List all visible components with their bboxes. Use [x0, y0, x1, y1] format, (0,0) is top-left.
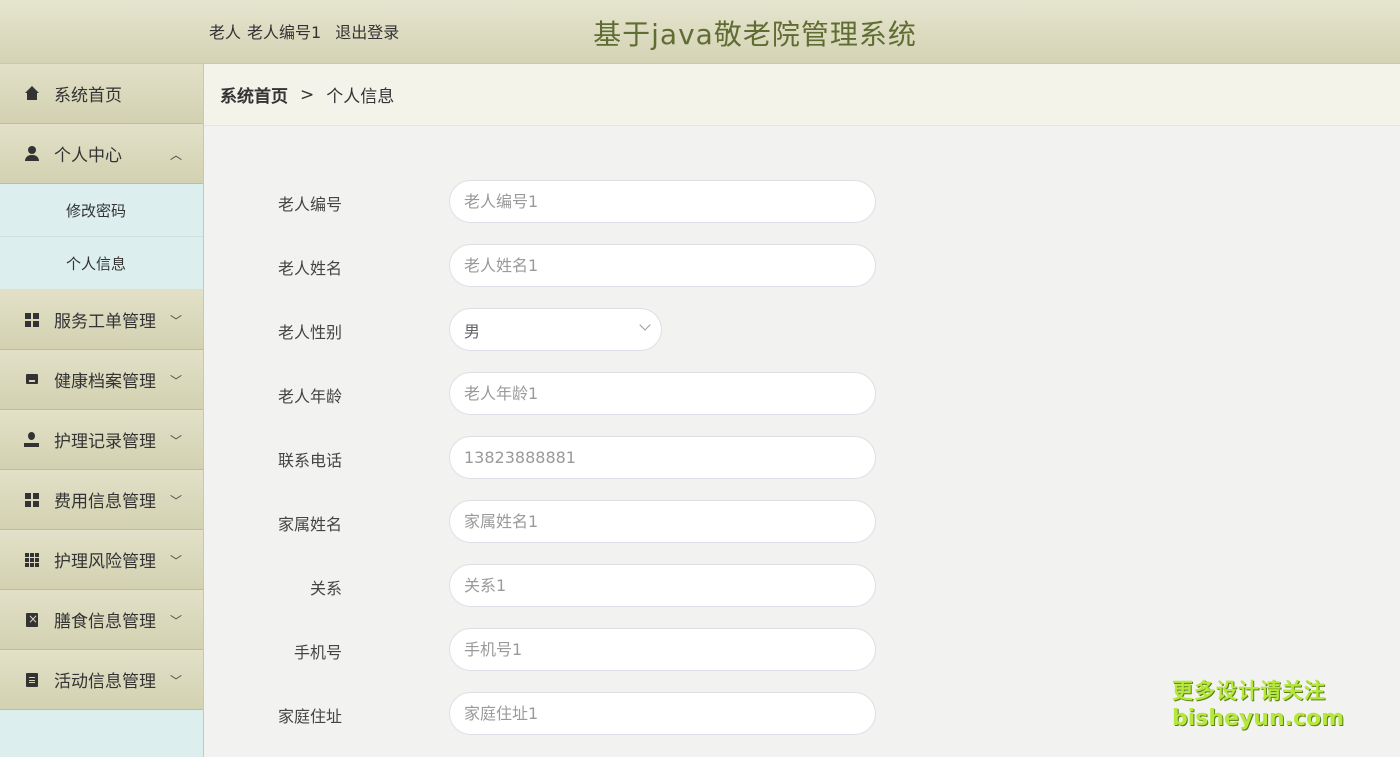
field-label: 老人编号	[277, 195, 342, 214]
breadcrumb-separator: >	[300, 84, 315, 105]
submenu-personal-center: 修改密码 个人信息	[0, 184, 203, 290]
form-row-relationship: 关系	[204, 564, 1104, 608]
sidebar-item-personal-center[interactable]: 个人中心 ︿	[0, 124, 203, 184]
relationship-input[interactable]	[449, 564, 876, 607]
sidebar-item-label: 个人中心	[54, 146, 122, 166]
sidebar-subitem-change-password[interactable]: 修改密码	[0, 184, 203, 237]
watermark-line2: bisheyun.com	[1172, 706, 1345, 731]
field-label: 老人年龄	[277, 387, 342, 406]
chevron-down-icon: ﹀	[170, 554, 183, 568]
chevron-down-icon: ﹀	[170, 614, 183, 628]
field-label: 手机号	[293, 643, 342, 662]
sidebar-item-activity-info[interactable]: 活动信息管理 ﹀	[0, 650, 203, 710]
clipboard-icon	[24, 672, 40, 688]
grid-icon	[24, 491, 40, 508]
contact-phone-input[interactable]	[449, 436, 876, 479]
sidebar-item-label: 护理风险管理	[54, 552, 156, 572]
field-label: 老人姓名	[277, 259, 342, 278]
sidebar-item-nursing-risk[interactable]: 护理风险管理 ﹀	[0, 530, 203, 590]
sidebar-item-home[interactable]: 系统首页	[0, 64, 203, 124]
breadcrumb: 系统首页 > 个人信息	[204, 64, 1400, 126]
personal-info-form: 老人编号 老人姓名 老人性别 男 老人年龄 联系电话 家属姓名 关系 手机号 家…	[204, 126, 1400, 757]
chevron-down-icon: ﹀	[170, 314, 183, 328]
sidebar: 系统首页 个人中心 ︿ 修改密码 个人信息 服务工单管理 ﹀ 健康档案管理 ﹀ …	[0, 64, 204, 757]
chevron-down-icon	[639, 319, 651, 331]
breadcrumb-current: 个人信息	[326, 87, 395, 107]
form-row-elder-age: 老人年龄	[204, 372, 1104, 416]
grid-icon	[24, 311, 40, 328]
chevron-down-icon: ﹀	[170, 434, 183, 448]
user-icon	[24, 145, 40, 162]
form-row-elder-gender: 老人性别 男	[204, 308, 1104, 352]
form-row-mobile: 手机号	[204, 628, 1104, 672]
sidebar-item-service-orders[interactable]: 服务工单管理 ﹀	[0, 290, 203, 350]
mobile-input[interactable]	[449, 628, 876, 671]
form-row-contact-phone: 联系电话	[204, 436, 1104, 480]
breadcrumb-home-link[interactable]: 系统首页	[220, 82, 288, 107]
form-row-elder-name: 老人姓名	[204, 244, 1104, 288]
sidebar-item-label: 活动信息管理	[54, 672, 156, 692]
elder-id-input[interactable]	[449, 180, 876, 223]
sidebar-item-label: 费用信息管理	[54, 492, 156, 512]
field-label: 家属姓名	[277, 515, 342, 534]
field-label: 家庭住址	[277, 707, 342, 726]
chevron-down-icon: ﹀	[170, 674, 183, 688]
grid9-icon	[24, 551, 40, 568]
sidebar-item-label: 膳食信息管理	[54, 612, 156, 632]
elder-age-input[interactable]	[449, 372, 876, 415]
sidebar-subitem-personal-info[interactable]: 个人信息	[0, 237, 203, 290]
watermark: 更多设计请关注 bisheyun.com	[1172, 678, 1344, 732]
top-header: 老人 老人编号1 退出登录 基于java敬老院管理系统	[0, 0, 1400, 64]
field-label: 老人性别	[277, 323, 342, 342]
gender-select[interactable]: 男	[449, 308, 662, 351]
sidebar-item-meal-info[interactable]: 膳食信息管理 ﹀	[0, 590, 203, 650]
chevron-up-icon: ︿	[170, 148, 183, 162]
watermark-line1: 更多设计请关注	[1172, 679, 1326, 703]
chevron-down-icon: ﹀	[170, 494, 183, 508]
sidebar-item-health-records[interactable]: 健康档案管理 ﹀	[0, 350, 203, 410]
form-row-family-name: 家属姓名	[204, 500, 1104, 544]
sidebar-item-label: 系统首页	[54, 86, 122, 106]
sidebar-item-label: 护理记录管理	[54, 432, 156, 452]
home-address-input[interactable]	[449, 692, 876, 735]
app-title: 基于java敬老院管理系统	[593, 18, 917, 51]
sidebar-item-fee-info[interactable]: 费用信息管理 ﹀	[0, 470, 203, 530]
field-label: 关系	[309, 579, 342, 598]
elder-name-input[interactable]	[449, 244, 876, 287]
field-label: 联系电话	[277, 451, 342, 470]
home-icon	[24, 85, 40, 102]
sidebar-item-label: 健康档案管理	[54, 372, 156, 392]
chevron-down-icon: ﹀	[170, 374, 183, 388]
sidebar-item-nursing-records[interactable]: 护理记录管理 ﹀	[0, 410, 203, 470]
box-icon	[24, 372, 40, 388]
form-row-home-address: 家庭住址	[204, 692, 1104, 736]
person-icon	[24, 431, 40, 448]
form-row-elder-id: 老人编号	[204, 180, 1104, 224]
sidebar-item-label: 服务工单管理	[54, 312, 156, 332]
clipboard-x-icon	[24, 612, 40, 628]
gender-selected-value: 男	[464, 321, 481, 341]
family-name-input[interactable]	[449, 500, 876, 543]
